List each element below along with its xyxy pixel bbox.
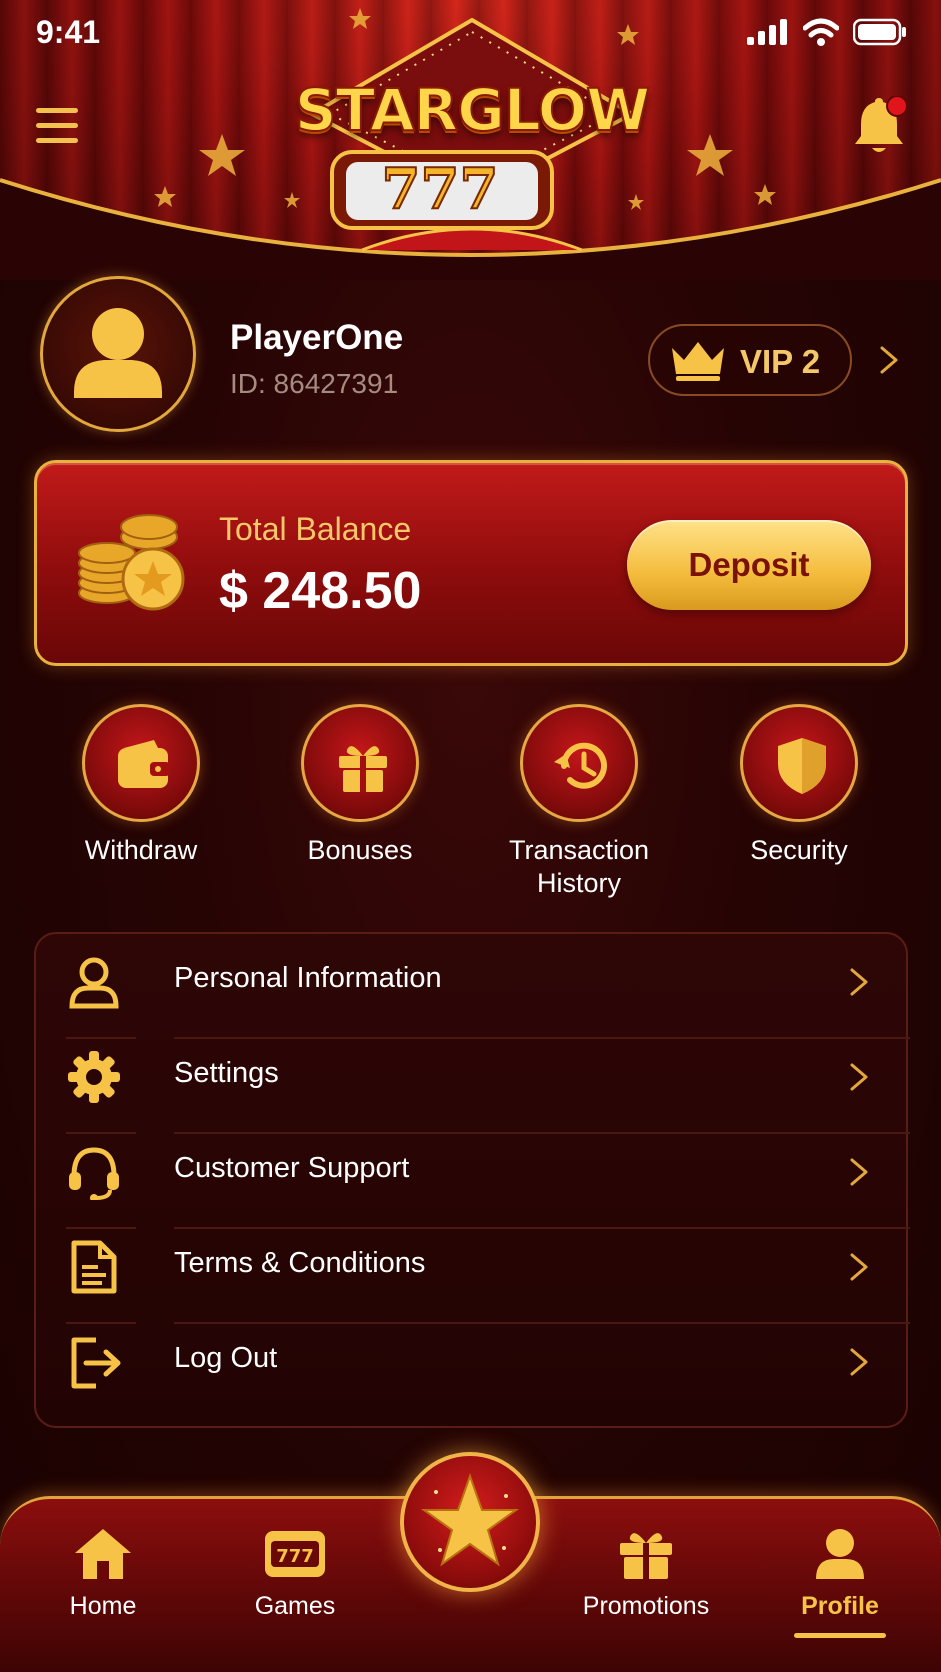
crown-icon: [672, 342, 724, 381]
header: 9:41 STARGLOW 777: [0, 0, 941, 280]
chevron-right-icon: [850, 1348, 868, 1376]
wallet-icon: [118, 740, 170, 788]
menu-item-settings[interactable]: Settings: [36, 1029, 910, 1123]
nav-label: Promotions: [582, 1592, 710, 1620]
logo-text: STARGLOW: [294, 75, 651, 145]
chevron-right-icon[interactable]: [878, 344, 902, 376]
active-tab-indicator: [794, 1633, 886, 1638]
chevron-right-icon: [850, 968, 868, 996]
bonuses-label: Bonuses: [307, 835, 413, 865]
menu-item-log-out[interactable]: Log Out: [36, 1314, 910, 1408]
player-id: ID: 86427391: [230, 368, 399, 399]
balance-amount: $ 248.50: [219, 562, 422, 620]
vip-label: VIP 2: [740, 343, 821, 380]
security-label: Security: [750, 835, 848, 865]
chevron-right-icon: [850, 1158, 868, 1186]
document-icon: [71, 1240, 117, 1294]
withdraw-button[interactable]: Withdraw: [41, 704, 241, 867]
bonuses-button[interactable]: Bonuses: [260, 704, 460, 867]
gift-icon: [620, 1533, 672, 1579]
starglow-logo: STARGLOW 777: [262, 18, 682, 258]
gift-icon: [339, 746, 387, 792]
nav-promotions[interactable]: Promotions: [571, 1527, 721, 1621]
notification-button[interactable]: [851, 95, 908, 158]
logout-icon: [71, 1337, 121, 1389]
center-star-button[interactable]: [400, 1452, 540, 1592]
hamburger-menu-button[interactable]: [36, 108, 78, 144]
vip-badge[interactable]: VIP 2: [648, 324, 852, 396]
nav-profile[interactable]: Profile: [765, 1527, 915, 1621]
history-icon: [554, 742, 607, 789]
battery-icon: [853, 18, 906, 46]
bell-icon: [855, 95, 908, 152]
shield-icon: [778, 738, 826, 794]
menu-item-customer-support[interactable]: Customer Support: [36, 1124, 910, 1218]
settings-menu: Personal Information Settings Customer S…: [34, 932, 910, 1428]
user-icon: [69, 957, 119, 1009]
signal-icon: [747, 19, 787, 45]
nav-games[interactable]: 777 Games: [220, 1527, 370, 1621]
menu-item-label: Terms & Conditions: [174, 1247, 426, 1279]
user-icon: [816, 1529, 864, 1579]
home-icon: [75, 1529, 131, 1579]
nav-home[interactable]: Home: [28, 1527, 178, 1621]
slot-machine-icon: 777: [265, 1531, 325, 1577]
headset-icon: [69, 1147, 119, 1200]
wifi-icon: [803, 18, 839, 46]
transaction-history-label: Transaction History: [508, 835, 650, 898]
menu-item-label: Personal Information: [174, 962, 442, 994]
menu-item-personal-information[interactable]: Personal Information: [36, 934, 910, 1028]
security-button[interactable]: Security: [699, 704, 899, 867]
status-time: 9:41: [36, 14, 101, 50]
menu-item-label: Customer Support: [174, 1152, 410, 1184]
nav-label: Home: [69, 1592, 137, 1620]
username: PlayerOne: [230, 318, 404, 357]
star-icon: [420, 1472, 520, 1567]
user-icon: [74, 308, 162, 398]
logo-reels: 777: [381, 155, 500, 223]
avatar[interactable]: [40, 276, 196, 432]
balance-card: Total Balance $ 248.50 Deposit: [34, 460, 908, 666]
transaction-history-button[interactable]: Transaction History: [479, 704, 679, 900]
withdraw-label: Withdraw: [84, 835, 198, 865]
balance-label: Total Balance: [219, 511, 412, 547]
menu-item-label: Settings: [174, 1057, 279, 1089]
nav-label: Profile: [801, 1592, 879, 1620]
chevron-right-icon: [850, 1253, 868, 1281]
nav-label: Games: [254, 1592, 336, 1620]
chevron-right-icon: [850, 1063, 868, 1091]
gear-icon: [68, 1051, 120, 1103]
deposit-button[interactable]: Deposit: [627, 520, 871, 610]
menu-item-label: Log Out: [174, 1342, 278, 1374]
coins-icon: [78, 514, 185, 611]
menu-item-terms-conditions[interactable]: Terms & Conditions: [36, 1219, 910, 1313]
svg-text:777: 777: [276, 1546, 314, 1567]
